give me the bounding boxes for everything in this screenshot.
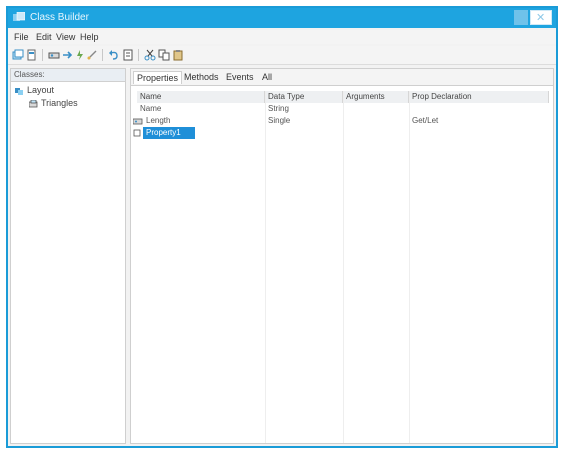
table-row[interactable]: Name String xyxy=(131,103,553,115)
tree-root-label: Layout xyxy=(27,85,55,95)
add-enum-icon[interactable] xyxy=(86,49,98,61)
classes-tree-panel: Classes: Layout Triangles xyxy=(10,68,126,444)
member-tabs: Properties Methods Events All xyxy=(131,69,553,86)
menu-edit[interactable]: Edit xyxy=(36,32,52,42)
row-name: Name xyxy=(140,104,162,113)
tab-properties[interactable]: Properties xyxy=(133,71,183,84)
tab-methods[interactable]: Methods xyxy=(181,71,222,84)
add-property-icon[interactable] xyxy=(48,49,60,61)
window-title: Class Builder xyxy=(30,12,89,23)
row-declaration: Get/Let xyxy=(412,116,439,125)
undo-icon[interactable] xyxy=(108,49,120,61)
toolbar-separator xyxy=(42,49,43,61)
toolbar-separator xyxy=(102,49,103,61)
property-name-input[interactable] xyxy=(143,127,195,139)
column-divider xyxy=(409,91,410,443)
tab-events[interactable]: Events xyxy=(223,71,257,84)
tree-item-class[interactable]: Triangles xyxy=(29,98,78,108)
property-icon xyxy=(133,118,143,125)
column-header-data-type[interactable]: Data Type xyxy=(265,91,343,103)
properties-icon[interactable] xyxy=(122,49,134,61)
toolbar xyxy=(8,46,556,65)
menu-bar: File Edit View Help xyxy=(8,30,556,44)
table-row[interactable]: Length Single Get/Let xyxy=(131,115,553,127)
members-panel: Properties Methods Events All Name Data … xyxy=(130,68,554,444)
menu-view[interactable]: View xyxy=(56,32,75,42)
paste-icon[interactable] xyxy=(172,49,184,61)
row-data-type: Single xyxy=(268,116,291,125)
property-icon xyxy=(133,129,141,137)
project-icon xyxy=(15,87,23,95)
close-button[interactable]: ✕ xyxy=(530,10,552,25)
column-header-prop-declaration[interactable]: Prop Declaration xyxy=(409,91,549,103)
class-icon xyxy=(29,99,38,108)
tree-item-root[interactable]: Layout xyxy=(15,85,54,95)
row-name: Length xyxy=(146,116,171,125)
table-row-editing[interactable] xyxy=(131,127,553,139)
column-header-name[interactable]: Name xyxy=(137,91,265,103)
row-data-type: String xyxy=(268,104,289,113)
new-class-icon[interactable] xyxy=(12,49,24,61)
add-event-icon[interactable] xyxy=(74,49,86,61)
tree-child-label: Triangles xyxy=(41,98,78,108)
column-divider xyxy=(265,91,266,443)
column-header-arguments[interactable]: Arguments xyxy=(343,91,409,103)
tab-all[interactable]: All xyxy=(259,71,275,84)
toolbar-separator xyxy=(138,49,139,61)
class-builder-window: Class Builder ✕ File Edit View Help Clas… xyxy=(6,6,558,448)
classes-panel-header: Classes: xyxy=(11,69,125,82)
column-divider xyxy=(343,91,344,443)
copy-icon[interactable] xyxy=(158,49,170,61)
menu-file[interactable]: File xyxy=(14,32,29,42)
app-icon xyxy=(13,12,25,21)
cut-icon[interactable] xyxy=(144,49,156,61)
new-collection-icon[interactable] xyxy=(26,49,38,61)
add-method-icon[interactable] xyxy=(62,49,74,61)
menu-help[interactable]: Help xyxy=(80,32,99,42)
minimize-button[interactable] xyxy=(514,10,528,25)
title-bar[interactable]: Class Builder ✕ xyxy=(8,8,556,28)
close-icon: ✕ xyxy=(536,12,546,24)
